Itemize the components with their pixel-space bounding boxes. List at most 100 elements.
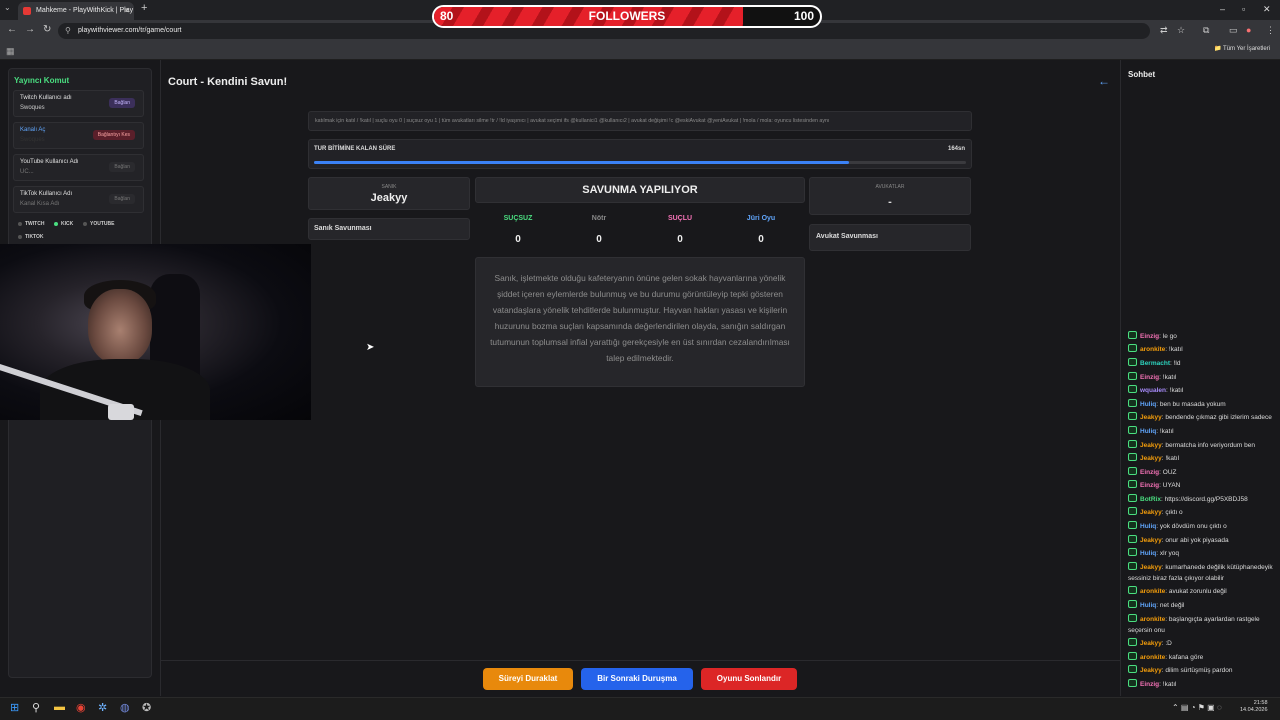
site-info-icon[interactable]: ⚲ bbox=[65, 26, 71, 36]
chat-text: dilim sürtüşmüş pardon bbox=[1165, 667, 1233, 675]
chat-badge-icon bbox=[1128, 561, 1137, 570]
translate-icon[interactable]: ⇄ bbox=[1160, 25, 1168, 36]
youtube-label: YouTube Kullanıcı Adı bbox=[20, 159, 79, 165]
chat-username[interactable]: Jeakyy bbox=[1140, 442, 1162, 449]
new-tab-icon[interactable]: + bbox=[141, 2, 147, 14]
youtube-connect-button[interactable]: Bağlan bbox=[109, 162, 135, 172]
forward-icon[interactable]: → bbox=[25, 24, 35, 35]
start-icon[interactable]: ⊞ bbox=[10, 701, 19, 714]
platform-badge-twitch: TWITCH bbox=[18, 221, 44, 227]
chat-username[interactable]: Einzig bbox=[1140, 681, 1159, 688]
chat-username[interactable]: aronkite bbox=[1140, 588, 1165, 595]
url-text: playwithviewer.com/tr/game/court bbox=[78, 27, 182, 34]
tab-search-icon[interactable]: ⌄ bbox=[4, 3, 11, 12]
end-game-button[interactable]: Oyunu Sonlandır bbox=[701, 668, 797, 690]
chat-username[interactable]: Huliq bbox=[1140, 401, 1156, 408]
chat-badge-icon bbox=[1128, 679, 1137, 687]
chat-username[interactable]: Huliq bbox=[1140, 602, 1156, 609]
platform-badge-tiktok: TIKTOK bbox=[18, 234, 44, 240]
chat-username[interactable]: aronkite bbox=[1140, 654, 1165, 661]
kanal-disconnect-button[interactable]: Bağlantıyı Kes bbox=[92, 130, 135, 140]
chat-badge-icon bbox=[1128, 613, 1137, 622]
app-icon-1[interactable]: ✲ bbox=[98, 701, 107, 714]
chat-text: !katıl bbox=[1162, 373, 1177, 381]
chat-username[interactable]: Jeakyy bbox=[1140, 667, 1162, 674]
lawyers-value: - bbox=[888, 196, 892, 208]
reload-icon[interactable]: ↻ bbox=[43, 24, 51, 35]
chat-username[interactable]: Jeakyy bbox=[1140, 455, 1162, 462]
vote-count-neutral: 0 bbox=[596, 234, 602, 245]
defendant-label: SANIK bbox=[381, 184, 397, 190]
vote-label-innocent: SUÇSUZ bbox=[503, 215, 533, 222]
chat-badge-icon bbox=[1128, 586, 1137, 595]
tiktok-username-field[interactable]: TikTok Kullanıcı Adı Kanal Kısa Adı Bağl… bbox=[13, 186, 144, 213]
chat-username[interactable]: Einzig bbox=[1140, 469, 1159, 476]
platform-badge-youtube: YOUTUBE bbox=[83, 221, 114, 227]
chrome-icon[interactable]: ◉ bbox=[76, 701, 86, 714]
chat-badge-icon bbox=[1128, 398, 1137, 407]
close-window-icon[interactable]: ✕ bbox=[1263, 4, 1271, 15]
taskbar-clock[interactable]: 21:58 14.04.2026 bbox=[1240, 700, 1268, 714]
twitch-value: Swoques bbox=[20, 105, 45, 111]
kanal-field[interactable]: Kanalı Aç Swoques Bağlantıyı Kes bbox=[13, 122, 144, 149]
timer-label: TUR BİTİMİNE KALAN SÜRE bbox=[314, 146, 396, 152]
chat-username[interactable]: Jeakyy bbox=[1140, 509, 1162, 516]
chat-username[interactable]: wqualen bbox=[1140, 387, 1166, 394]
profile-icon[interactable]: ● bbox=[1246, 25, 1251, 35]
menu-icon[interactable]: ⋮ bbox=[1266, 25, 1275, 36]
chat-text: net değil bbox=[1159, 602, 1185, 610]
vote-count-innocent: 0 bbox=[515, 234, 521, 245]
chat-text: onur abi yok piyasada bbox=[1165, 536, 1229, 544]
pause-timer-button[interactable]: Süreyi Duraklat bbox=[483, 668, 573, 690]
chat-badge-icon bbox=[1128, 453, 1137, 462]
chat-badge-icon bbox=[1128, 357, 1137, 366]
chat-username[interactable]: Huliq bbox=[1140, 428, 1156, 435]
maximize-icon[interactable]: ▫ bbox=[1242, 4, 1245, 14]
back-icon[interactable]: ← bbox=[7, 24, 17, 35]
back-arrow-icon[interactable]: ← bbox=[1098, 74, 1110, 88]
right-divider bbox=[1120, 60, 1121, 696]
chat-username[interactable]: Jeakyy bbox=[1140, 537, 1162, 544]
chat-username[interactable]: Huliq bbox=[1140, 550, 1156, 557]
lawyers-label: AVUKATLAR bbox=[875, 184, 905, 190]
file-explorer-icon[interactable]: ▬ bbox=[54, 701, 65, 713]
twitch-username-field[interactable]: Twitch Kullanıcı adı Swoques Bağlan bbox=[13, 90, 144, 117]
apps-grid-icon[interactable]: ▦ bbox=[6, 46, 15, 57]
chat-badge-icon bbox=[1128, 371, 1137, 380]
youtube-username-field[interactable]: YouTube Kullanıcı Adı UC... Bağlan bbox=[13, 154, 144, 181]
chat-username[interactable]: Bermacht bbox=[1140, 360, 1170, 367]
tiktok-connect-button[interactable]: Bağlan bbox=[109, 194, 135, 204]
browser-tab[interactable]: Mahkeme - PlayWithKick | Play ✕ bbox=[18, 2, 134, 20]
chat-username[interactable]: Einzig bbox=[1140, 333, 1159, 340]
all-bookmarks[interactable]: 📁 Tüm Yer İşaretleri bbox=[1214, 45, 1270, 52]
system-tray-icons[interactable]: ⌃ ▤ ◔ ⚑ ▣ ◌ bbox=[1172, 703, 1222, 712]
streamer-panel-title: Yayıncı Komut bbox=[14, 76, 70, 85]
chat-badge-icon bbox=[1128, 480, 1137, 489]
chat-username[interactable]: BotRix bbox=[1140, 496, 1161, 503]
chat-username[interactable]: Einzig bbox=[1140, 374, 1159, 381]
chat-username[interactable]: aronkite bbox=[1140, 346, 1165, 353]
chat-username[interactable]: Einzig bbox=[1140, 482, 1159, 489]
chat-badge-icon bbox=[1128, 385, 1137, 394]
app-icon-2[interactable]: ✪ bbox=[142, 701, 151, 714]
search-icon[interactable]: ⚲ bbox=[32, 701, 40, 714]
phase-status: SAVUNMA YAPILIYOR bbox=[475, 177, 805, 203]
webcam-feed bbox=[0, 244, 311, 420]
lawyer-defense-panel[interactable]: Avukat Savunması bbox=[809, 224, 971, 251]
chat-username[interactable]: aronkite bbox=[1140, 616, 1165, 623]
chat-username[interactable]: Huliq bbox=[1140, 523, 1156, 530]
chat-username[interactable]: Jeakyy bbox=[1140, 414, 1162, 421]
kanal-value: Swoques bbox=[20, 137, 45, 143]
bookmark-star-icon[interactable]: ☆ bbox=[1177, 25, 1185, 36]
close-tab-icon[interactable]: ✕ bbox=[123, 2, 130, 20]
twitch-connect-button[interactable]: Bağlan bbox=[109, 98, 135, 108]
discord-icon[interactable]: ◍ bbox=[120, 701, 130, 714]
chat-username[interactable]: Jeakyy bbox=[1140, 640, 1162, 647]
extensions-icon[interactable]: ⧉ bbox=[1203, 25, 1209, 36]
minimize-icon[interactable]: – bbox=[1220, 4, 1225, 14]
next-hearing-button[interactable]: Bir Sonraki Duruşma bbox=[581, 668, 693, 690]
defendant-defense-panel[interactable]: Sanık Savunması bbox=[308, 218, 470, 240]
chat-username[interactable]: Jeakyy bbox=[1140, 564, 1162, 571]
cast-icon[interactable]: ▭ bbox=[1229, 25, 1238, 36]
clock-time: 21:58 bbox=[1253, 700, 1268, 706]
